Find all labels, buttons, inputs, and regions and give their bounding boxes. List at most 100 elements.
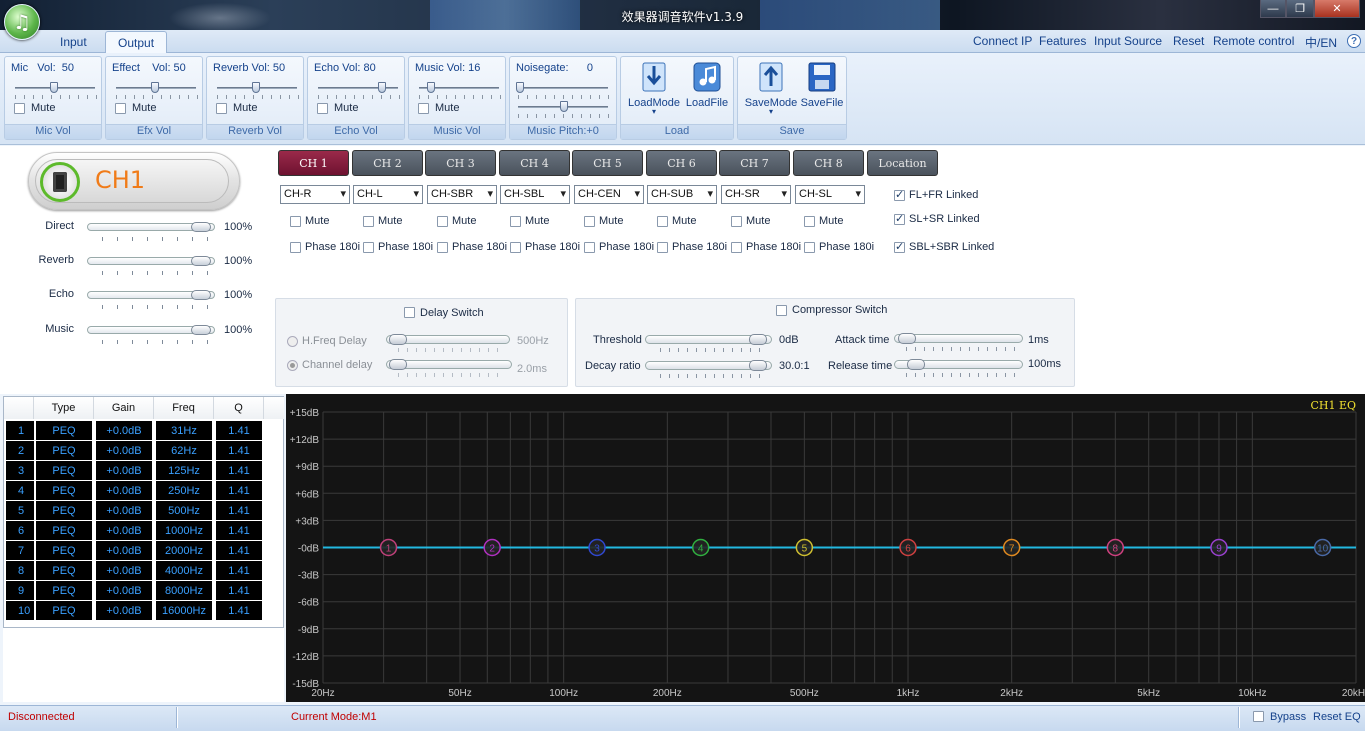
eq-cell-type[interactable]: PEQ	[36, 501, 92, 520]
echo-vol-thumb[interactable]	[378, 82, 386, 93]
ch6-mute-checkbox[interactable]	[657, 216, 668, 227]
decay-ratio-slider[interactable]	[645, 360, 772, 371]
ch6-output-select[interactable]: CH-SUB	[647, 185, 717, 204]
tab-ch2[interactable]: CH 2	[352, 150, 423, 176]
mic-vol-thumb[interactable]	[50, 82, 58, 93]
compressor-switch-checkbox[interactable]	[776, 305, 787, 316]
tab-ch8[interactable]: CH 8	[793, 150, 864, 176]
eq-cell-freq[interactable]: 2000Hz	[156, 541, 212, 560]
eq-cell-gain[interactable]: +0.0dB	[96, 501, 152, 520]
eq-cell-q[interactable]: 1.41	[216, 601, 262, 620]
eq-cell-freq[interactable]: 500Hz	[156, 501, 212, 520]
music-vol-thumb[interactable]	[427, 82, 435, 93]
eq-graph[interactable]: +15dB +12dB +9dB +6dB +3dB -0dB -3dB -6dB -9dB -1…	[286, 394, 1365, 702]
ch8-output-select[interactable]: CH-SL	[795, 185, 865, 204]
eq-cell-gain[interactable]: +0.0dB	[96, 581, 152, 600]
tab-input[interactable]: Input	[48, 31, 99, 53]
ch2-output-select[interactable]: CH-L	[353, 185, 423, 204]
music-slider[interactable]	[87, 325, 215, 335]
ch1-phase-checkbox[interactable]	[290, 242, 301, 253]
eq-cell-gain[interactable]: +0.0dB	[96, 421, 152, 440]
ch3-phase-checkbox[interactable]	[437, 242, 448, 253]
eq-cell-q[interactable]: 1.41	[216, 421, 262, 440]
eq-cell-type[interactable]: PEQ	[36, 481, 92, 500]
ch2-phase-checkbox[interactable]	[363, 242, 374, 253]
echo-slider-thumb[interactable]	[191, 290, 211, 300]
reverb-mute-checkbox[interactable]	[216, 103, 227, 114]
tab-ch3[interactable]: CH 3	[425, 150, 496, 176]
eq-cell-freq[interactable]: 4000Hz	[156, 561, 212, 580]
echo-mute-checkbox[interactable]	[317, 103, 328, 114]
eq-cell-index[interactable]: 7	[6, 541, 34, 560]
ch5-mute-checkbox[interactable]	[584, 216, 595, 227]
ch1-output-select[interactable]: CH-R	[280, 185, 350, 204]
noisegate-track[interactable]	[518, 87, 608, 89]
echo-slider[interactable]	[87, 290, 215, 300]
eq-cell-q[interactable]: 1.41	[216, 581, 262, 600]
ch4-output-select[interactable]: CH-SBL	[500, 185, 570, 204]
connect-ip-link[interactable]: Connect IP	[973, 34, 1032, 48]
eq-cell-gain[interactable]: +0.0dB	[96, 461, 152, 480]
ch4-phase-checkbox[interactable]	[510, 242, 521, 253]
remote-control-link[interactable]: Remote control	[1213, 34, 1294, 48]
reset-eq-button[interactable]: Reset EQ	[1313, 711, 1361, 723]
tab-location[interactable]: Location	[867, 150, 938, 176]
eq-cell-index[interactable]: 8	[6, 561, 34, 580]
ch3-output-select[interactable]: CH-SBR	[427, 185, 497, 204]
tab-ch7[interactable]: CH 7	[719, 150, 790, 176]
attack-time-thumb[interactable]	[898, 333, 916, 344]
eq-cell-type[interactable]: PEQ	[36, 561, 92, 580]
ch6-phase-checkbox[interactable]	[657, 242, 668, 253]
load-file-button[interactable]: LoadFile	[681, 60, 733, 109]
eq-cell-index[interactable]: 10	[6, 601, 34, 620]
attack-time-slider[interactable]	[894, 333, 1023, 344]
eq-cell-type[interactable]: PEQ	[36, 441, 92, 460]
eq-cell-gain[interactable]: +0.0dB	[96, 521, 152, 540]
eq-cell-index[interactable]: 9	[6, 581, 34, 600]
eq-cell-q[interactable]: 1.41	[216, 481, 262, 500]
eq-cell-gain[interactable]: +0.0dB	[96, 561, 152, 580]
eq-cell-freq[interactable]: 1000Hz	[156, 521, 212, 540]
channel-delay-thumb[interactable]	[389, 359, 407, 370]
eq-cell-freq[interactable]: 16000Hz	[156, 601, 212, 620]
tab-ch5[interactable]: CH 5	[572, 150, 643, 176]
tab-ch1[interactable]: CH 1	[278, 150, 349, 176]
eq-cell-q[interactable]: 1.41	[216, 521, 262, 540]
bypass-checkbox[interactable]	[1253, 711, 1264, 722]
ch2-mute-checkbox[interactable]	[363, 216, 374, 227]
effect-vol-thumb[interactable]	[151, 82, 159, 93]
eq-cell-gain[interactable]: +0.0dB	[96, 441, 152, 460]
eq-cell-type[interactable]: PEQ	[36, 461, 92, 480]
eq-cell-type[interactable]: PEQ	[36, 421, 92, 440]
ch7-phase-checkbox[interactable]	[731, 242, 742, 253]
reverb-slider-thumb[interactable]	[191, 256, 211, 266]
eq-cell-index[interactable]: 2	[6, 441, 34, 460]
channel-delay-slider[interactable]	[386, 359, 512, 370]
direct-slider[interactable]	[87, 222, 215, 232]
reverb-slider[interactable]	[87, 256, 215, 266]
eq-cell-q[interactable]: 1.41	[216, 461, 262, 480]
eq-cell-index[interactable]: 3	[6, 461, 34, 480]
hfreq-delay-slider[interactable]	[386, 334, 510, 345]
music-slider-thumb[interactable]	[191, 325, 211, 335]
tab-ch6[interactable]: CH 6	[646, 150, 717, 176]
input-source-link[interactable]: Input Source	[1094, 34, 1162, 48]
hfreq-delay-thumb[interactable]	[389, 334, 407, 345]
eq-cell-gain[interactable]: +0.0dB	[96, 481, 152, 500]
music-mute-checkbox[interactable]	[418, 103, 429, 114]
channel-delay-radio[interactable]	[287, 360, 298, 371]
eq-cell-type[interactable]: PEQ	[36, 521, 92, 540]
ch5-output-select[interactable]: CH-CEN	[574, 185, 644, 204]
music-pitch-thumb[interactable]	[560, 101, 568, 112]
eq-cell-index[interactable]: 4	[6, 481, 34, 500]
release-time-slider[interactable]	[894, 359, 1023, 370]
language-toggle-link[interactable]: 中/EN	[1305, 34, 1337, 51]
eq-cell-freq[interactable]: 250Hz	[156, 481, 212, 500]
save-file-button[interactable]: SaveFile	[798, 60, 846, 109]
load-mode-button[interactable]: LoadMode ▾	[625, 60, 683, 116]
eq-cell-gain[interactable]: +0.0dB	[96, 601, 152, 620]
eq-cell-freq[interactable]: 62Hz	[156, 441, 212, 460]
eq-cell-type[interactable]: PEQ	[36, 601, 92, 620]
eq-cell-type[interactable]: PEQ	[36, 541, 92, 560]
sl-sr-linked-checkbox[interactable]	[894, 212, 905, 225]
